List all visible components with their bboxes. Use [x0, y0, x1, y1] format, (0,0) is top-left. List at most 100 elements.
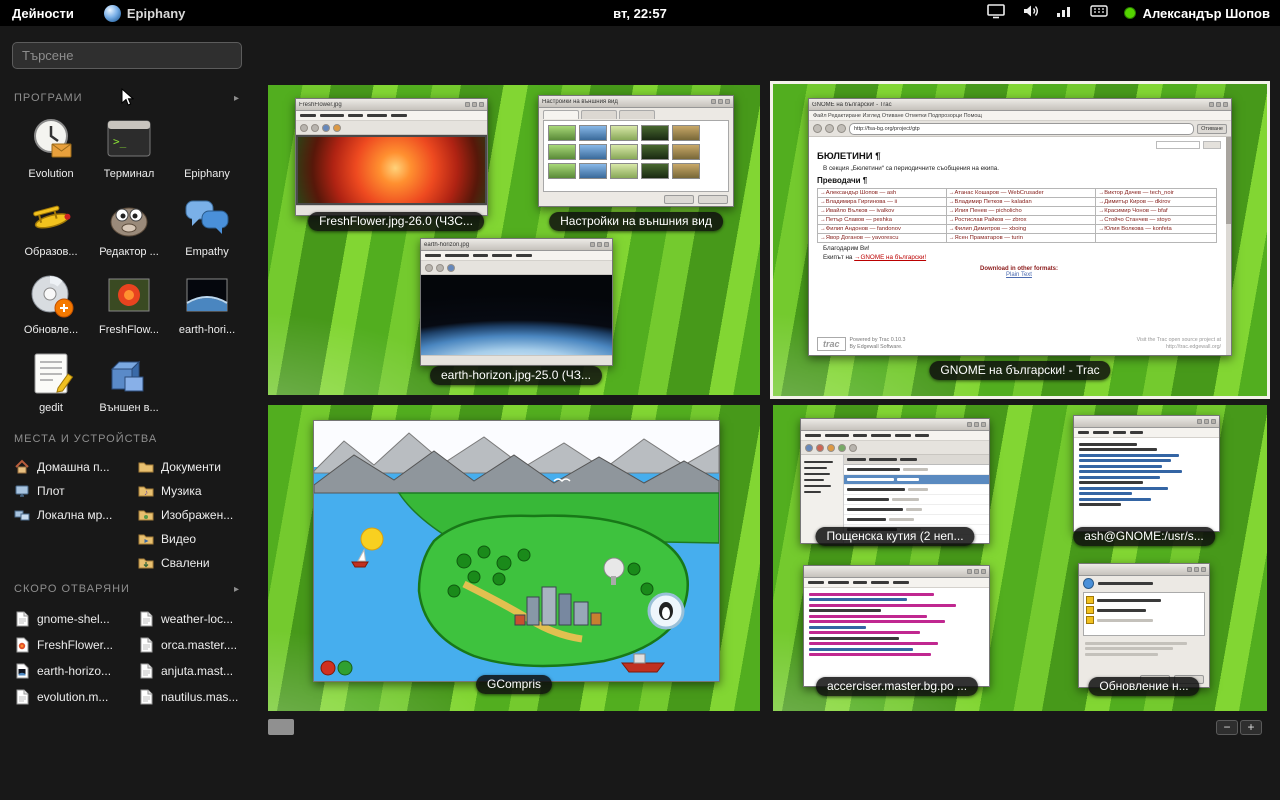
place-music[interactable]: ♪ Музика: [138, 479, 244, 503]
network-signal-icon[interactable]: [1056, 4, 1074, 23]
page-search-button[interactable]: [1203, 141, 1221, 149]
place-local-network[interactable]: Локална мр...: [14, 503, 134, 527]
workspace-2-active[interactable]: GNOME на български! - Trac Файл Редактир…: [770, 81, 1270, 399]
recent-item[interactable]: anjuta.mast...: [138, 658, 244, 684]
app-appearance[interactable]: Външен в...: [90, 344, 168, 417]
wallpaper-thumbnail[interactable]: [672, 125, 700, 141]
add-workspace-button[interactable]: +: [1240, 720, 1262, 735]
recent-item[interactable]: earth-horizo...: [14, 658, 134, 684]
workspace-tab[interactable]: [268, 719, 294, 735]
wallpaper-thumbnail[interactable]: [610, 125, 638, 141]
place-documents[interactable]: Документи: [138, 455, 244, 479]
place-videos[interactable]: Видео: [138, 527, 244, 551]
window-browser-trac[interactable]: GNOME на български! - Trac Файл Редактир…: [808, 98, 1232, 356]
network-places-icon: [14, 507, 30, 523]
wallpaper-thumbnail[interactable]: [548, 144, 576, 160]
activities-button[interactable]: Дейности: [0, 0, 86, 26]
wallpaper-thumbnail[interactable]: [579, 125, 607, 141]
app-menu[interactable]: Epiphany: [104, 5, 186, 22]
recent-item[interactable]: weather-loc...: [138, 606, 244, 632]
wallpaper-thumbnail[interactable]: [579, 163, 607, 179]
wallpaper-thumbnail[interactable]: [672, 144, 700, 160]
app-gedit[interactable]: gedit: [12, 344, 90, 417]
gedit-icon: [25, 347, 77, 399]
recent-item[interactable]: gnome-shel...: [14, 606, 134, 632]
update-list[interactable]: [1083, 592, 1205, 636]
place-home[interactable]: Домашна п...: [14, 455, 134, 479]
app-gcompris[interactable]: Образов...: [12, 188, 90, 261]
content-line: [1079, 465, 1162, 468]
reload-icon[interactable]: [837, 124, 846, 133]
search-input[interactable]: [12, 42, 242, 69]
page-scrollbar[interactable]: [1226, 137, 1231, 355]
place-pictures[interactable]: Изображен...: [138, 503, 244, 527]
user-menu[interactable]: Александър Шопов: [1124, 6, 1270, 21]
go-button[interactable]: Отиване: [1197, 124, 1227, 134]
window-terminal[interactable]: [1073, 415, 1220, 532]
app-evolution[interactable]: Evolution: [12, 110, 90, 183]
app-terminal[interactable]: >_ Терминал: [90, 110, 168, 183]
page-search-box[interactable]: [1156, 141, 1200, 149]
appearance-tabs[interactable]: [539, 108, 733, 120]
wallpaper-thumbnail[interactable]: [641, 163, 669, 179]
recent-section-header: СКОРО ОТВАРЯНИ ▸: [14, 583, 240, 595]
plain-text-link[interactable]: Plain Text: [817, 272, 1221, 278]
remove-workspace-button[interactable]: −: [1216, 720, 1238, 735]
place-desktop[interactable]: Плот: [14, 479, 134, 503]
wallpaper-thumbnail[interactable]: [672, 163, 700, 179]
recent-item[interactable]: FreshFlower...: [14, 632, 134, 658]
wallpaper-thumbnail[interactable]: [548, 163, 576, 179]
workspace-1[interactable]: FreshFlower.jpg Настройки на външния вид…: [268, 85, 760, 395]
wallpaper-thumbnail[interactable]: [548, 125, 576, 141]
wallpaper-thumbnail[interactable]: [641, 144, 669, 160]
app-empathy[interactable]: Empathy: [168, 188, 246, 261]
content-line: [804, 479, 824, 482]
recent-item[interactable]: orca.master....: [138, 632, 244, 658]
content-line: [847, 458, 866, 461]
clock[interactable]: вт, 22:57: [613, 6, 667, 21]
recent-item[interactable]: evolution.m...: [14, 684, 134, 710]
place-downloads[interactable]: Свалени: [138, 551, 244, 575]
status-bar: [421, 355, 612, 365]
window-earth-horizon[interactable]: earth-horizon.jpg: [420, 238, 613, 366]
url-bar[interactable]: http://fsa-bg.org/project/gtp: [849, 123, 1194, 135]
recent-item[interactable]: nautilus.mas...: [138, 684, 244, 710]
wallpaper-thumbnail[interactable]: [610, 144, 638, 160]
app-gimp[interactable]: Редактор ...: [90, 188, 168, 261]
back-icon[interactable]: [813, 124, 822, 133]
recent-column-2: weather-loc... orca.master.... anjuta.ma…: [138, 606, 244, 710]
wallpaper-thumbnail[interactable]: [579, 144, 607, 160]
input-method-icon[interactable]: [1090, 4, 1108, 23]
app-label: Външен в...: [99, 402, 158, 414]
recent-expand-icon[interactable]: ▸: [234, 584, 240, 595]
workspace-3[interactable]: GCompris: [268, 405, 760, 711]
volume-icon[interactable]: [1022, 3, 1040, 24]
window-appearance[interactable]: Настройки на външния вид: [538, 95, 734, 207]
forward-icon[interactable]: [825, 124, 834, 133]
app-freshflower-image[interactable]: FreshFlow...: [90, 266, 168, 339]
app-software-update[interactable]: Обновле...: [12, 266, 90, 339]
workspace-4[interactable]: Пощенска кутия (2 неп... ash@GNOME:/usr/…: [773, 405, 1267, 711]
programs-expand-icon[interactable]: ▸: [234, 93, 240, 104]
browser-menu-bar[interactable]: Файл Редактиране Изглед Отиване Отметки …: [809, 111, 1231, 121]
content-line: [897, 478, 919, 481]
document-icon: [138, 637, 154, 653]
document-icon: [14, 611, 30, 627]
window-mail[interactable]: [800, 418, 990, 544]
wallpaper-thumbnail[interactable]: [610, 163, 638, 179]
pictures-folder-icon: [138, 507, 154, 523]
window-update-manager[interactable]: [1078, 563, 1210, 688]
window-freshflower[interactable]: FreshFlower.jpg: [295, 98, 488, 216]
content-line: [847, 508, 903, 511]
dialog-buttons[interactable]: [539, 192, 733, 206]
gnome-bg-link[interactable]: →GNOME на български!: [854, 254, 926, 261]
display-icon[interactable]: [986, 3, 1006, 24]
app-earth-image[interactable]: earth-hori...: [168, 266, 246, 339]
window-gcompris[interactable]: [313, 420, 720, 682]
app-epiphany[interactable]: Epiphany: [168, 110, 246, 183]
window-po-editor[interactable]: [803, 565, 990, 687]
content-line: [320, 114, 344, 117]
content-line: [391, 114, 407, 117]
wallpaper-thumbnail[interactable]: [641, 125, 669, 141]
page-heading-bulletins: БЮЛЕТИНИ ¶: [817, 151, 1221, 162]
